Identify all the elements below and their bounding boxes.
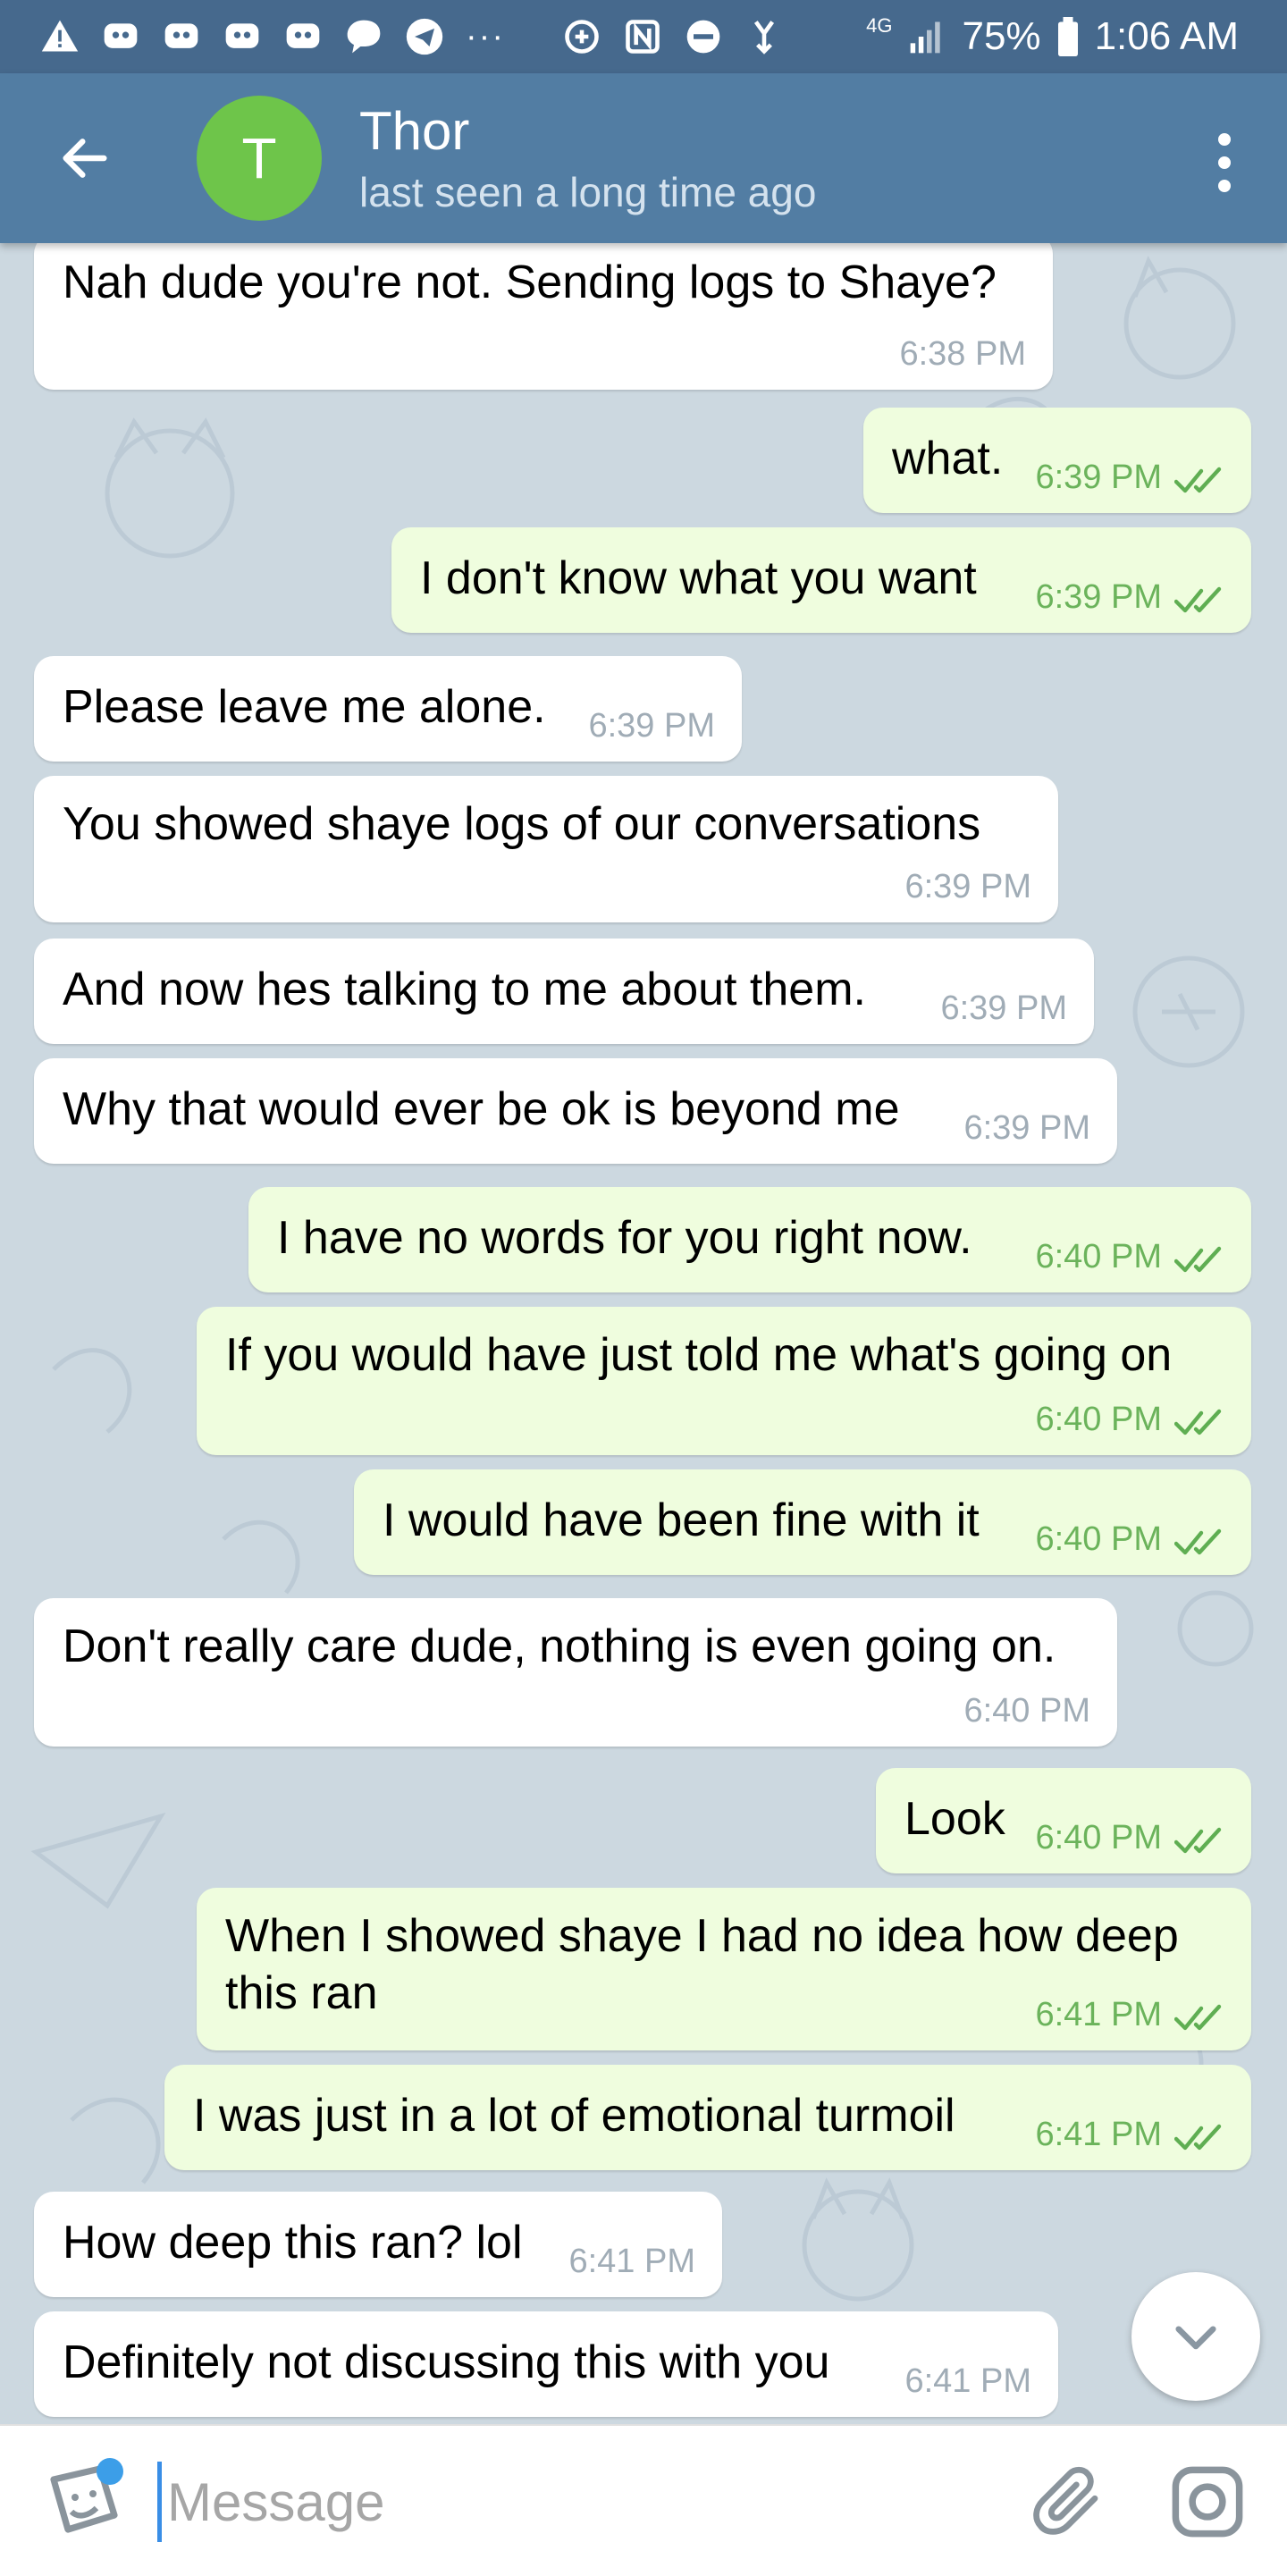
message-timestamp: 6:39 PM [1035,459,1162,496]
discord-icon [222,16,263,57]
message-text: Nah dude you're not. Sending logs to Sha… [63,257,997,308]
incoming-message-bubble[interactable]: And now hes talking to me about them. 6:3… [34,939,1094,1044]
message-composer [0,2424,1287,2576]
outgoing-message-bubble[interactable]: When I showed shaye I had no idea how de… [197,1888,1251,2050]
message-text: I would have been fine with it [383,1494,980,1546]
message-timestamp: 6:39 PM [963,1109,1090,1147]
do-not-disturb-icon [683,16,724,57]
incoming-message-bubble[interactable]: How deep this ran? lol 6:41 PM [34,2192,722,2297]
discord-icon [282,16,324,57]
status-bar: ··· 4G 75% 1:06 AM [0,0,1287,73]
outgoing-message-bubble[interactable]: I was just in a lot of emotional turmoil… [164,2065,1251,2170]
contact-last-seen: last seen a long time ago [359,169,817,215]
outgoing-message-bubble[interactable]: I don't know what you want 6:39 PM [391,527,1251,633]
more-options-button[interactable] [1198,122,1251,203]
warning-icon [39,16,80,57]
incoming-message-bubble[interactable]: Don't really care dude, nothing is even … [34,1598,1117,1747]
message-text: Definitely not discussing this with you [63,2336,830,2388]
network-data-icon [744,16,785,57]
system-status: 4G 75% 1:06 AM [866,13,1239,61]
message-timestamp: 6:41 PM [1035,2116,1162,2153]
message-timestamp: 6:39 PM [904,868,1031,905]
dot [1218,133,1231,146]
message-timestamp: 6:39 PM [1035,578,1162,616]
outgoing-message-bubble[interactable]: what. 6:39 PM [863,408,1251,513]
message-timestamp: 6:41 PM [1035,1996,1162,2033]
chat-bubble-icon [343,16,384,57]
dot [1218,156,1231,169]
message-text: Look [904,1793,1005,1845]
discord-icon [161,16,202,57]
dot [1218,180,1231,192]
message-text: How deep this ran? lol [63,2217,523,2269]
chat-header: T Thor last seen a long time ago [0,73,1287,243]
outgoing-message-bubble[interactable]: Look 6:40 PM [876,1768,1251,1873]
message-text: Don't really care dude, nothing is even … [63,1621,1056,1672]
incoming-message-bubble[interactable]: Why that would ever be ok is beyond me 6:… [34,1058,1117,1164]
data-saver-icon [561,16,602,57]
status-time: 1:06 AM [1094,14,1239,58]
message-text: what. [892,433,1004,484]
read-receipt-icon [1173,2002,1228,2033]
read-receipt-icon [1173,1407,1228,1437]
read-receipt-icon [1173,2122,1228,2152]
battery-percent: 75% [962,14,1041,58]
outgoing-message-bubble[interactable]: I would have been fine with it 6:40 PM [354,1469,1251,1575]
message-text: If you would have just told me what's go… [225,1329,1173,1381]
camera-icon[interactable] [1167,2462,1248,2542]
back-button[interactable] [45,127,125,189]
outgoing-message-bubble[interactable]: I have no words for you right now. 6:40 P… [248,1187,1251,1292]
avatar[interactable]: T [197,96,322,221]
message-text: I was just in a lot of emotional turmoil [193,2090,955,2142]
message-list[interactable]: Nah dude you're not. Sending logs to Sha… [0,243,1287,2424]
message-timestamp: 6:40 PM [1035,1520,1162,1558]
message-timestamp: 6:39 PM [940,989,1067,1027]
message-timestamp: 6:39 PM [588,707,715,745]
message-input[interactable] [157,2462,962,2542]
chevron-down-icon [1175,2326,1216,2350]
incoming-message-bubble[interactable]: Please leave me alone. 6:39 PM [34,656,742,762]
message-timestamp: 6:40 PM [963,1692,1090,1730]
message-text: Why that would ever be ok is beyond me [63,1083,900,1135]
message-timestamp: 6:40 PM [1035,1238,1162,1275]
scroll-to-bottom-button[interactable] [1131,2272,1260,2401]
discord-icon [100,16,141,57]
read-receipt-icon [1173,1825,1228,1856]
message-text: I have no words for you right now. [277,1212,972,1264]
message-timestamp: 6:40 PM [1035,1401,1162,1438]
message-timestamp: 6:41 PM [568,2243,695,2280]
nfc-icon [622,16,663,57]
incoming-message-bubble[interactable]: Nah dude you're not. Sending logs to Sha… [34,243,1053,390]
incoming-message-bubble[interactable]: You showed shaye logs of our conversatio… [34,776,1058,922]
signal-icon [906,16,947,57]
message-text: You showed shaye logs of our conversatio… [63,798,981,850]
notification-icons: ··· [39,13,785,61]
contact-name[interactable]: Thor [359,100,469,162]
battery-icon [1056,16,1081,57]
message-timestamp: 6:38 PM [899,335,1026,373]
outgoing-message-bubble[interactable]: If you would have just told me what's go… [197,1307,1251,1455]
incoming-message-bubble[interactable]: Definitely not discussing this with you 6… [34,2311,1058,2417]
message-text: And now hes talking to me about them. [63,964,866,1015]
message-timestamp: 6:41 PM [904,2362,1031,2400]
message-text: Please leave me alone. [63,681,546,733]
read-receipt-icon [1173,1244,1228,1275]
paperclip-icon[interactable] [1028,2462,1108,2542]
message-timestamp: 6:40 PM [1035,1819,1162,1856]
network-type-label: 4G [866,14,893,37]
read-receipt-icon [1173,585,1228,615]
telegram-icon [404,16,445,57]
arrow-left-icon [63,139,107,178]
message-text: I don't know what you want [420,552,977,604]
read-receipt-icon [1173,465,1228,495]
more-dots-icon: ··· [466,17,505,55]
read-receipt-icon [1173,1527,1228,1557]
notification-dot [97,2458,123,2485]
